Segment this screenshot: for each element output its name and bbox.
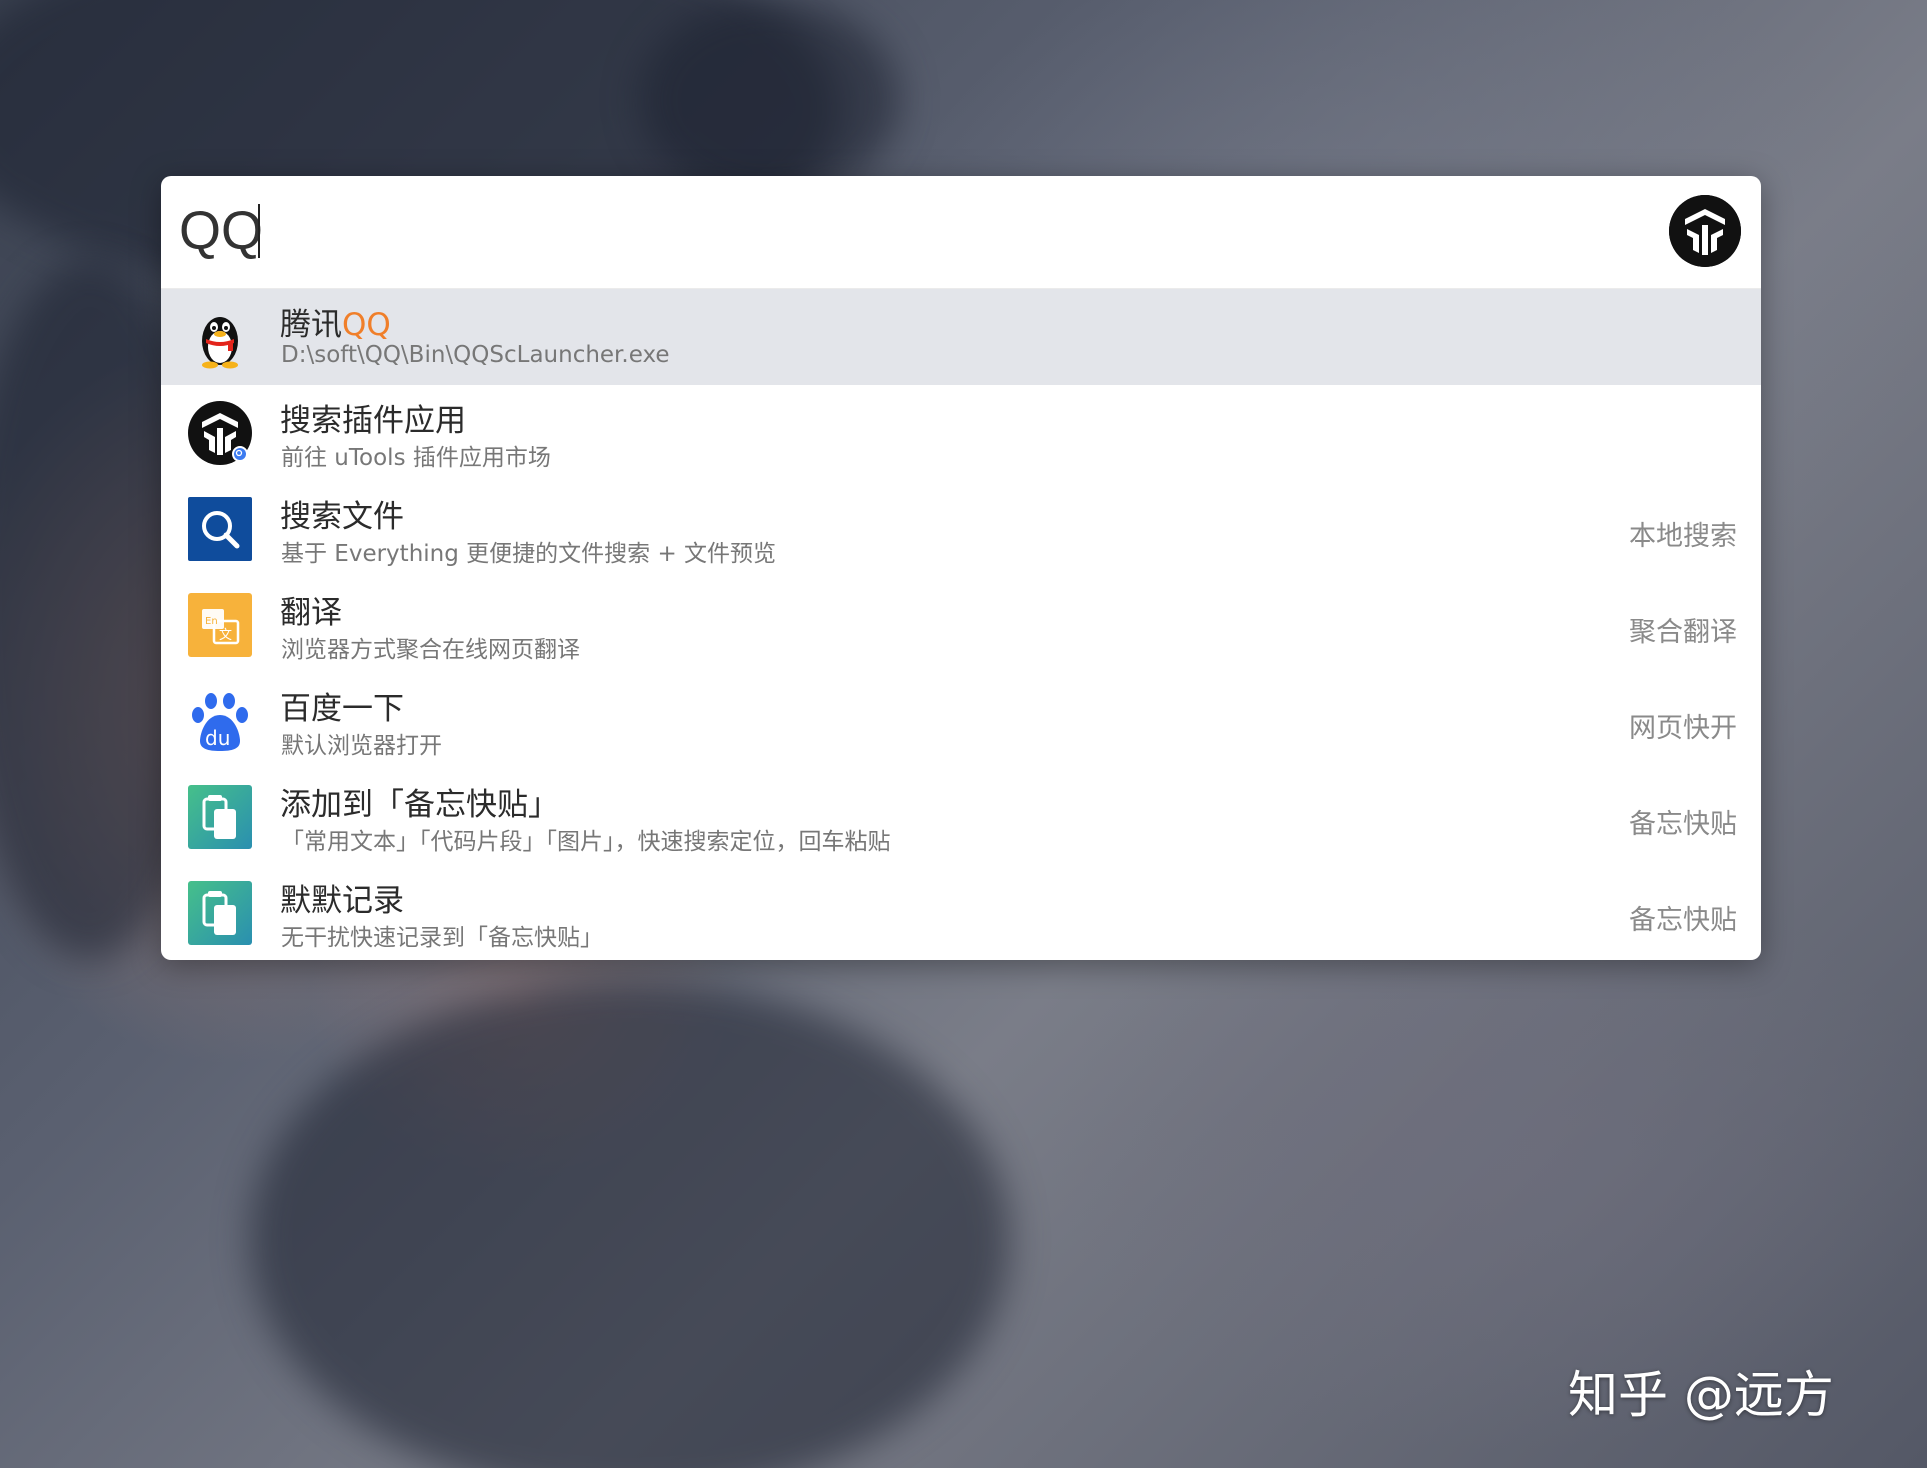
file-search-icon <box>188 497 252 561</box>
text-caret <box>258 204 260 258</box>
search-input[interactable] <box>179 196 1579 266</box>
result-tag: 网页快开 <box>1629 713 1737 744</box>
results-list: 腾讯QQ D:\soft\QQ\Bin\QQScLauncher.exe 搜索插… <box>161 289 1761 960</box>
search-bar <box>161 176 1761 289</box>
desktop-wallpaper: 腾讯QQ D:\soft\QQ\Bin\QQScLauncher.exe <box>0 0 1927 1468</box>
clipboard-icon <box>188 881 252 945</box>
result-tag: 本地搜索 <box>1629 521 1737 552</box>
result-title: 搜索插件应用 <box>280 403 466 439</box>
utools-launcher-window: 腾讯QQ D:\soft\QQ\Bin\QQScLauncher.exe <box>161 176 1761 960</box>
result-subtitle: 基于 Everything 更便捷的文件搜索 + 文件预览 <box>281 541 777 567</box>
result-item-quiet-note[interactable]: 默默记录 无干扰快速记录到「备忘快贴」 备忘快贴 <box>161 865 1761 960</box>
result-subtitle: 默认浏览器打开 <box>281 733 442 759</box>
result-subtitle: 无干扰快速记录到「备忘快贴」 <box>281 925 603 951</box>
result-title: 默默记录 <box>280 883 404 919</box>
translate-icon: En 文 <box>188 593 252 657</box>
result-title: 腾讯QQ <box>280 299 391 344</box>
result-item-add-clipboard[interactable]: 添加到「备忘快贴」 「常用文本」「代码片段」「图片」，快速搜索定位，回车粘贴 备… <box>161 769 1761 865</box>
svg-text:En: En <box>205 616 218 627</box>
result-item-file-search[interactable]: 搜索文件 基于 Everything 更便捷的文件搜索 + 文件预览 本地搜索 <box>161 481 1761 577</box>
utools-logo-button[interactable] <box>1669 195 1741 267</box>
title-prefix: 腾讯 <box>280 307 342 343</box>
title-highlight: QQ <box>342 307 391 343</box>
result-tag: 备忘快贴 <box>1629 905 1737 936</box>
utools-logo-icon <box>1669 195 1741 267</box>
clipboard-icon <box>188 785 252 849</box>
result-title: 百度一下 <box>280 691 404 727</box>
result-title: 翻译 <box>280 595 342 631</box>
result-item-translate[interactable]: En 文 翻译 浏览器方式聚合在线网页翻译 聚合翻译 <box>161 577 1761 673</box>
svg-text:文: 文 <box>219 628 232 643</box>
utools-logo-icon <box>188 401 252 465</box>
result-title: 添加到「备忘快贴」 <box>280 787 559 823</box>
result-subtitle: D:\soft\QQ\Bin\QQScLauncher.exe <box>281 342 670 368</box>
qq-penguin-icon <box>188 305 252 369</box>
result-subtitle: 浏览器方式聚合在线网页翻译 <box>281 637 580 663</box>
svg-text:du: du <box>205 726 230 750</box>
wallpaper-shade <box>250 980 1010 1468</box>
result-item-baidu[interactable]: du 百度一下 默认浏览器打开 网页快开 <box>161 673 1761 769</box>
result-subtitle: 前往 uTools 插件应用市场 <box>281 445 551 471</box>
wallpaper-shade <box>640 0 900 200</box>
result-tag: 备忘快贴 <box>1629 809 1737 840</box>
result-title: 搜索文件 <box>280 499 404 535</box>
result-tag: 聚合翻译 <box>1629 617 1737 648</box>
zhihu-watermark: 知乎 @远方 <box>1568 1366 1834 1424</box>
baidu-paw-icon: du <box>188 689 252 753</box>
result-subtitle: 「常用文本」「代码片段」「图片」，快速搜索定位，回车粘贴 <box>281 829 891 855</box>
result-item-plugin-search[interactable]: 搜索插件应用 前往 uTools 插件应用市场 <box>161 385 1761 481</box>
result-item-qq[interactable]: 腾讯QQ D:\soft\QQ\Bin\QQScLauncher.exe <box>161 289 1761 385</box>
